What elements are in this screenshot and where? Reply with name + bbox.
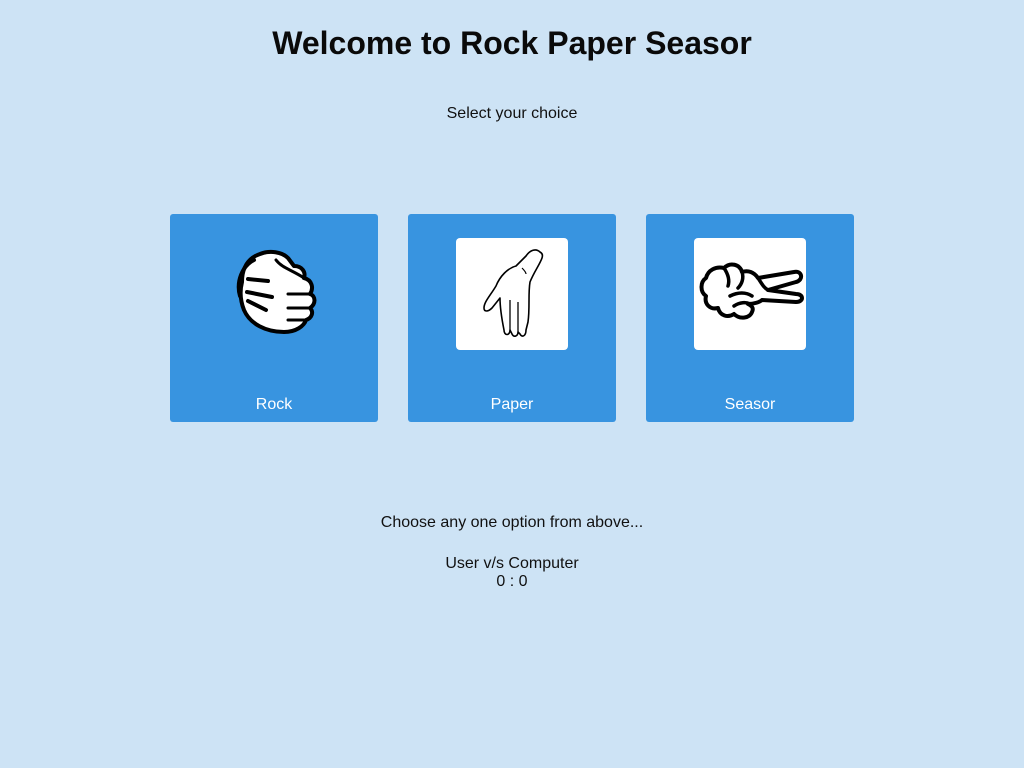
score-separator: : [509, 573, 515, 590]
scissors-hand-icon [694, 238, 806, 350]
score-heading: User v/s Computer [445, 555, 579, 572]
game-page: Welcome to Rock Paper Seasor Select your… [0, 0, 1024, 768]
paper-choice-button[interactable]: Paper [408, 214, 616, 422]
page-title: Welcome to Rock Paper Seasor [272, 25, 752, 61]
computer-score: 0 [518, 573, 528, 590]
paper-label: Paper [490, 396, 534, 413]
user-score: 0 [496, 573, 506, 590]
result-message: Choose any one option from above... [380, 514, 644, 531]
rock-label: Rock [255, 396, 293, 413]
scissors-label: Seasor [724, 396, 776, 413]
rock-choice-button[interactable]: Rock [170, 214, 378, 422]
scissors-choice-button[interactable]: Seasor [646, 214, 854, 422]
paper-hand-icon [456, 238, 568, 350]
scoreboard: 0 : 0 [0, 573, 1024, 591]
rock-hand-icon [218, 238, 330, 350]
choice-list: Rock Paper Seasor [170, 214, 854, 422]
instruction-text: Select your choice [446, 105, 578, 122]
